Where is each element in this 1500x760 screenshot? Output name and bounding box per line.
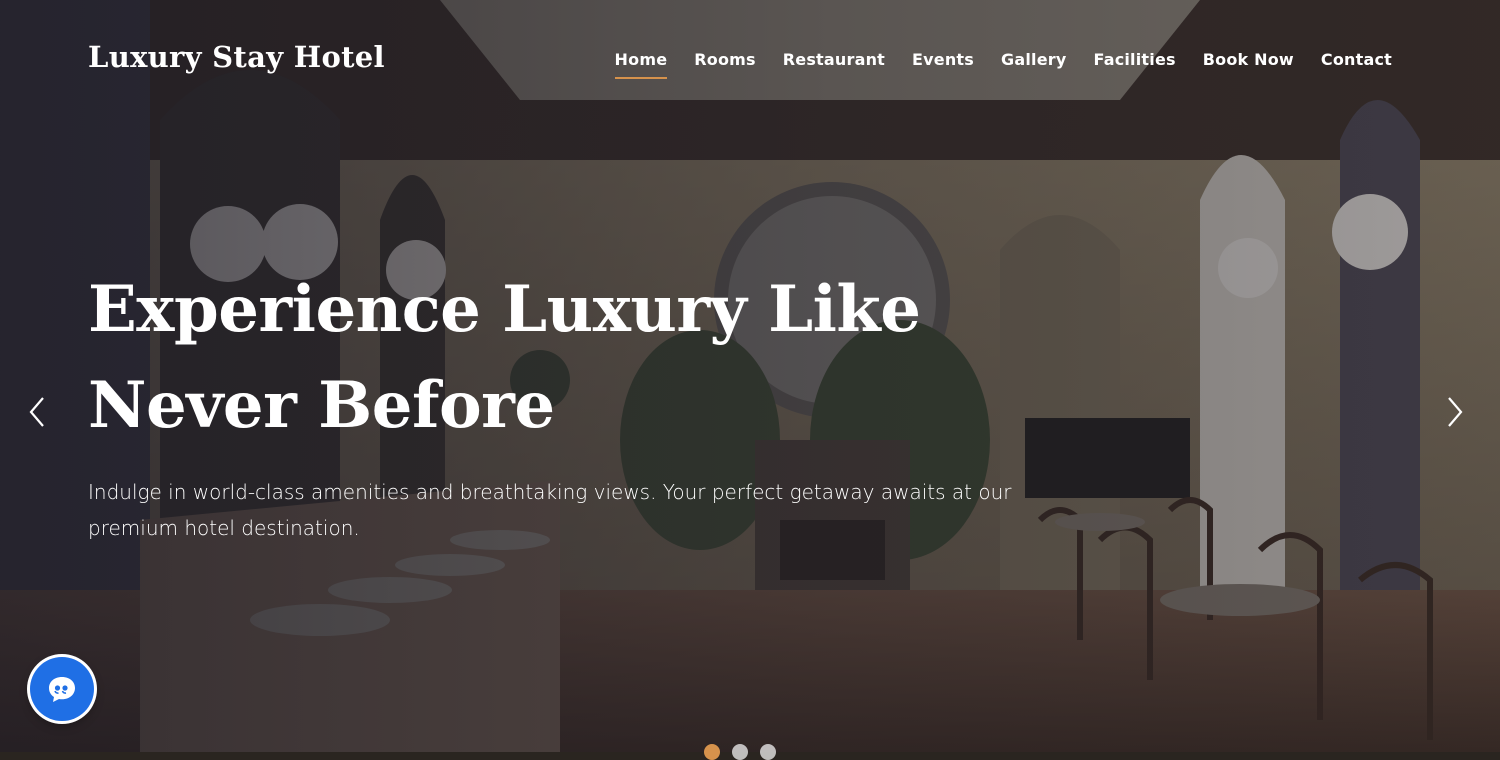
nav-gallery[interactable]: Gallery [1001, 50, 1066, 79]
chat-button[interactable] [30, 657, 94, 721]
nav-facilities[interactable]: Facilities [1094, 50, 1176, 79]
carousel-dot-1[interactable] [704, 744, 720, 760]
hero-subtitle: Indulge in world-class amenities and bre… [88, 480, 1012, 540]
hero-title: Experience Luxury Like Never Before [88, 272, 921, 443]
chat-quote-icon [49, 677, 75, 702]
nav-home[interactable]: Home [614, 50, 668, 79]
carousel-dot-2[interactable] [732, 744, 748, 760]
nav-book-now[interactable]: Book Now [1203, 50, 1294, 79]
carousel-dot-3[interactable] [760, 744, 776, 760]
carousel-indicators [704, 744, 776, 760]
site-logo[interactable]: Luxury Stay Hotel [88, 40, 385, 74]
nav-events[interactable]: Events [912, 50, 974, 79]
nav-rooms[interactable]: Rooms [694, 50, 756, 79]
carousel-prev-button[interactable] [22, 392, 52, 432]
nav-contact[interactable]: Contact [1321, 50, 1392, 79]
main-nav: Home Rooms Restaurant Events Gallery Fac… [614, 50, 1392, 79]
nav-restaurant[interactable]: Restaurant [783, 50, 885, 79]
chevron-left-icon [29, 397, 44, 427]
chevron-right-icon [1448, 397, 1463, 427]
carousel-next-button[interactable] [1440, 392, 1470, 432]
